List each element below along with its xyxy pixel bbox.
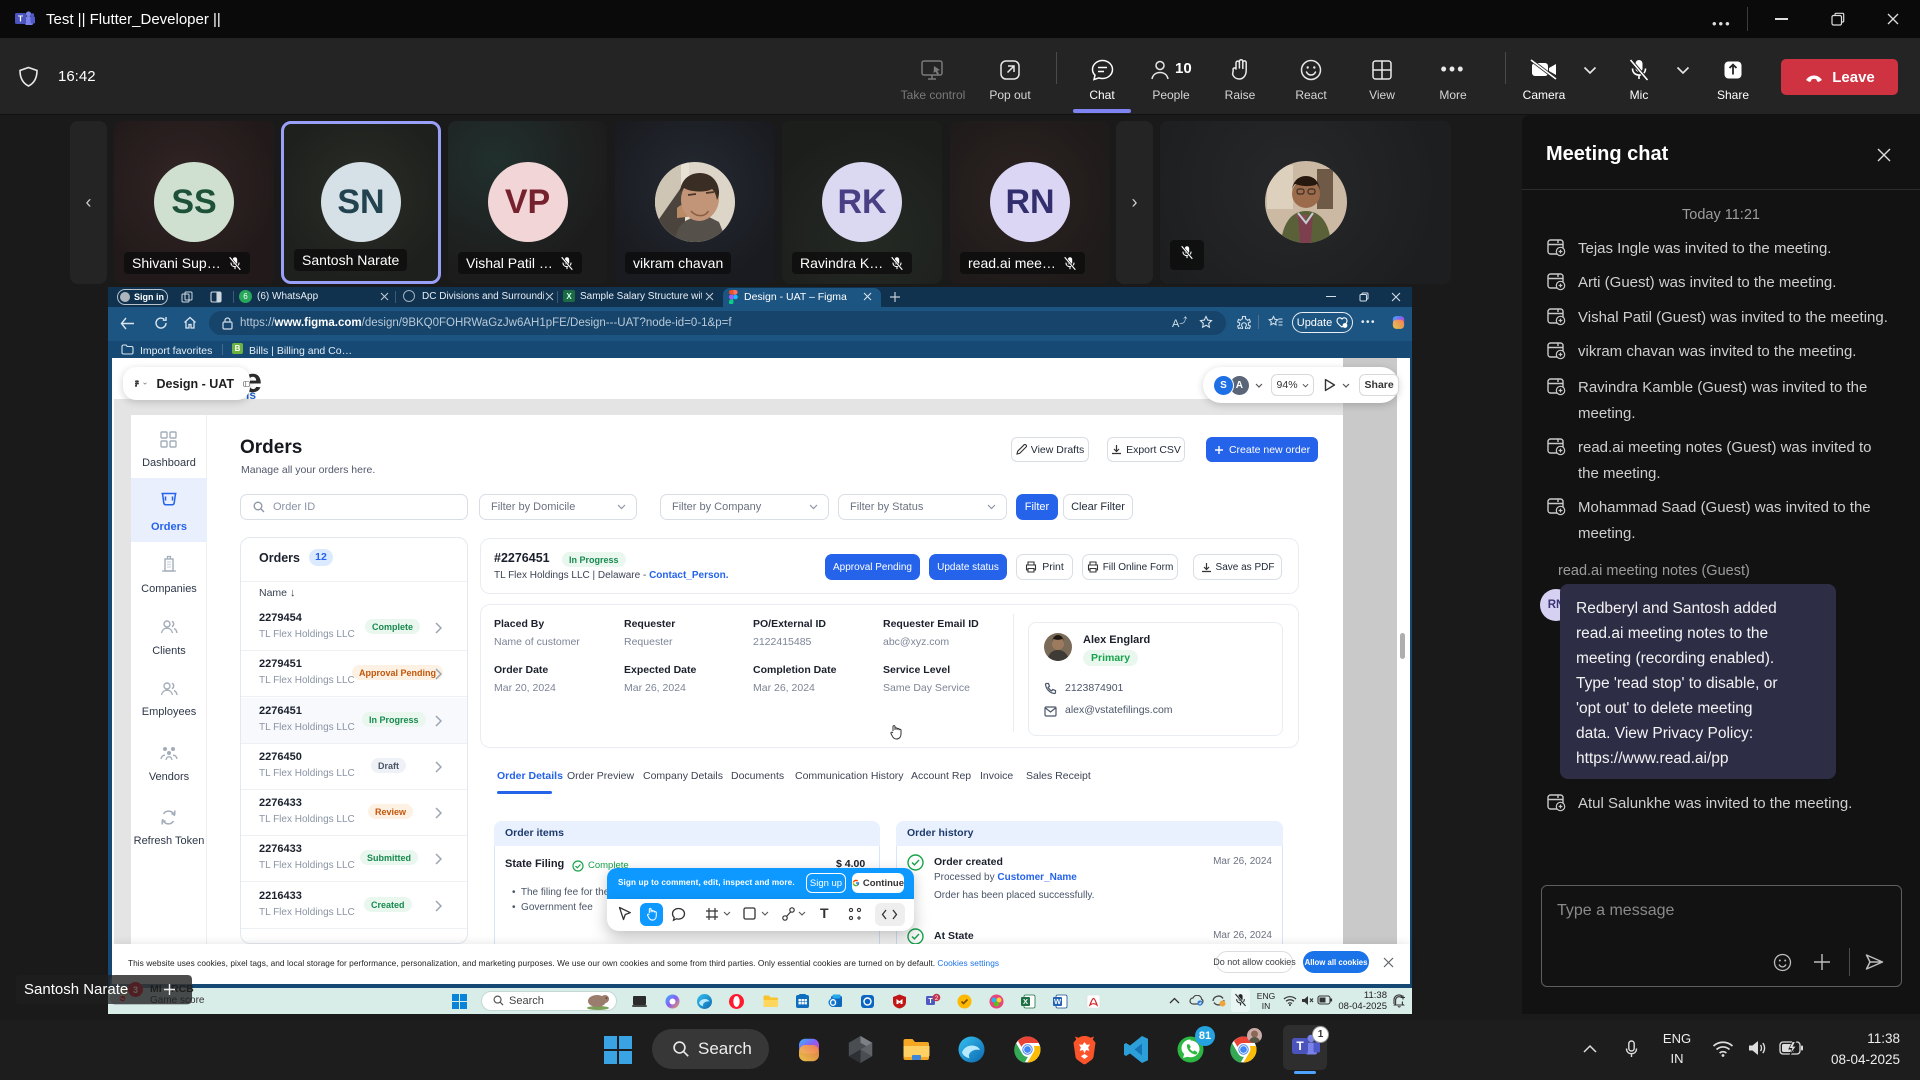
svg-text:T: T [1296, 1039, 1304, 1053]
svg-text:W: W [1054, 997, 1062, 1006]
svg-text:T: T [18, 13, 24, 23]
svg-text:T: T [928, 998, 933, 1005]
svg-text:X: X [1023, 997, 1028, 1006]
